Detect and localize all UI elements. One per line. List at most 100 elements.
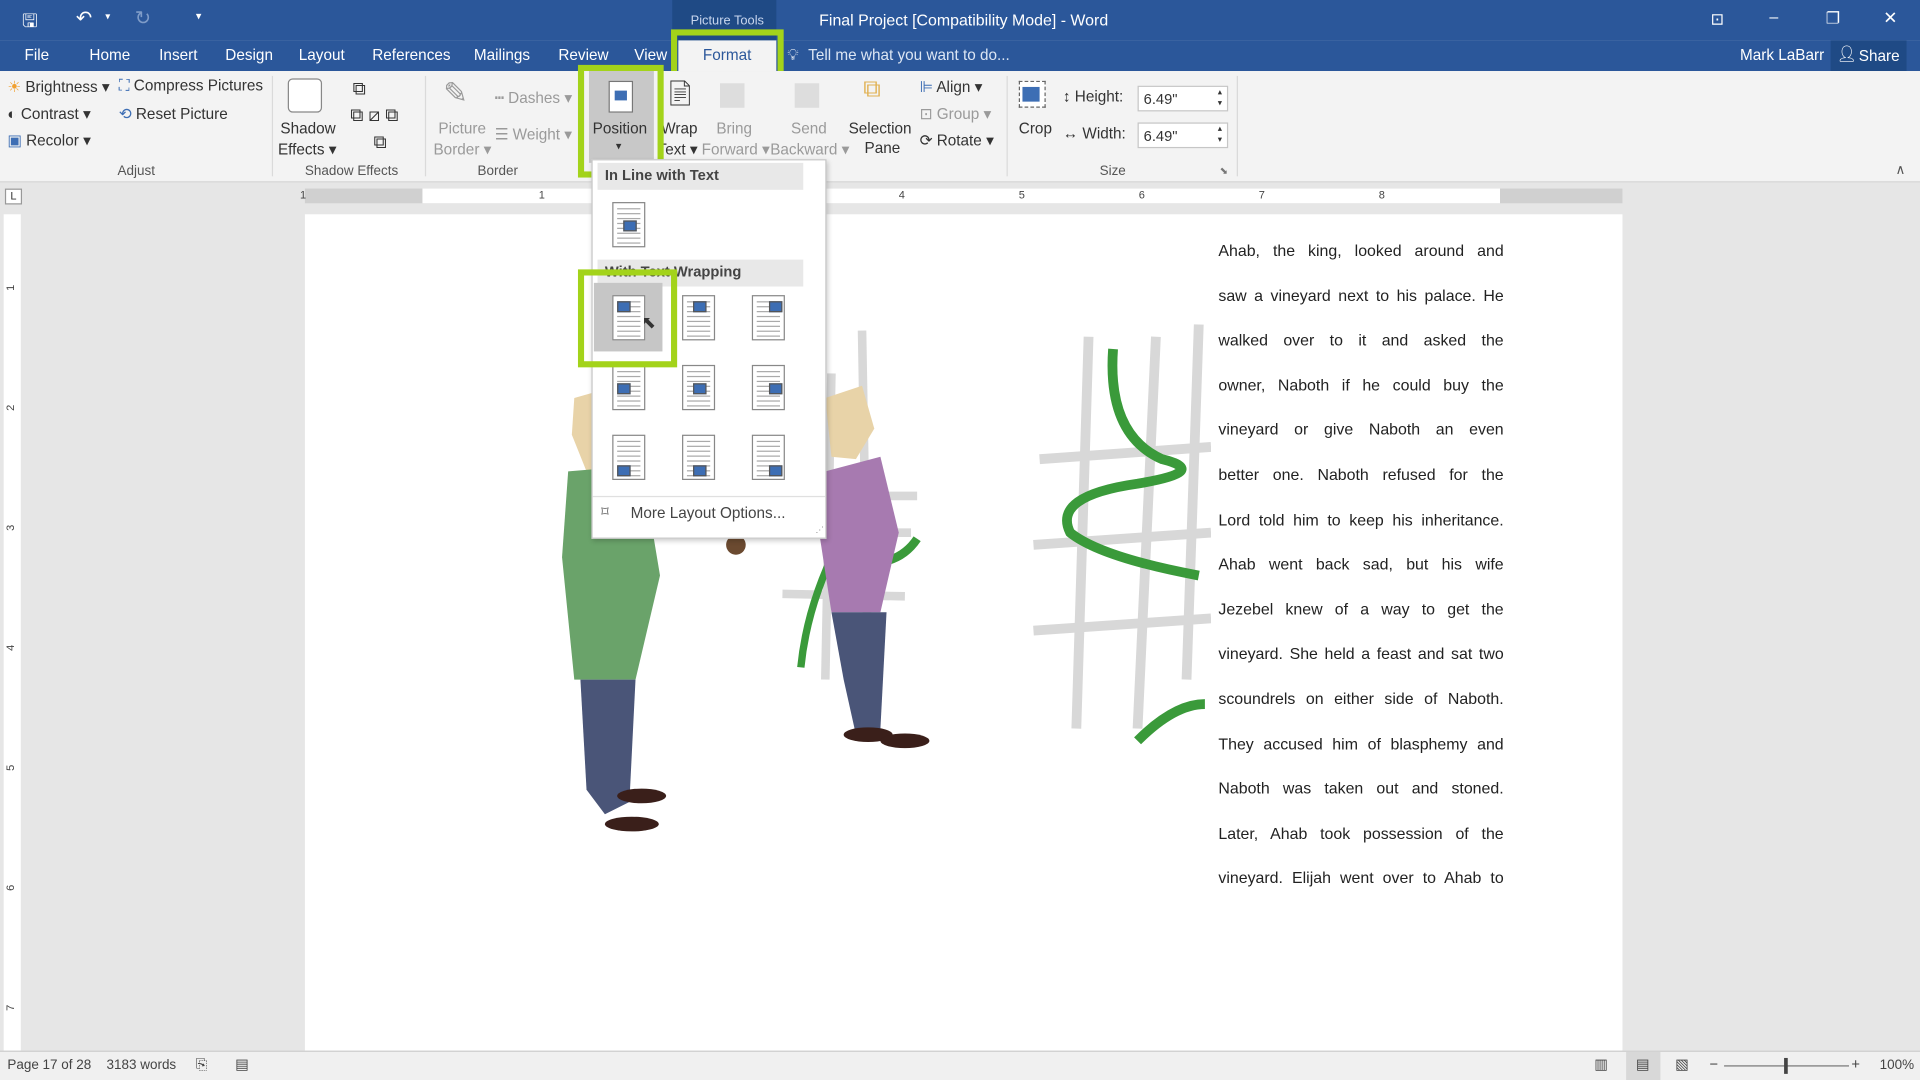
recolor-button[interactable]: ▣ Recolor ▾ <box>7 131 90 149</box>
position-bottom-left[interactable] <box>594 422 663 491</box>
ribbon-tabs: File Home Insert Design Layout Reference… <box>0 40 1920 72</box>
dashes-button[interactable]: ┅ Dashes ▾ <box>495 88 572 106</box>
paragraph-line: Ahab, the king, looked around and <box>1218 241 1504 260</box>
bring-forward-icon <box>720 83 745 108</box>
document-page[interactable]: Ahab, the king, looked around and saw a v… <box>304 214 1623 1051</box>
position-inline[interactable] <box>594 190 663 259</box>
vertical-ruler[interactable]: 1 2 3 4 5 6 7 <box>3 214 21 1051</box>
bring-forward-button[interactable]: Bring Forward ▾ <box>700 76 770 162</box>
size-dialog-launcher-icon[interactable]: ⬊ <box>1220 165 1228 176</box>
align-icon: ⊫ <box>919 78 933 96</box>
tab-view[interactable]: View <box>634 47 667 64</box>
lightbulb-icon: 💡︎ <box>787 45 799 64</box>
send-backward-icon <box>794 83 820 108</box>
brightness-button[interactable]: ☀ Brightness ▾ <box>7 77 109 95</box>
nudge-shadow-down-icon[interactable]: ⧉ <box>373 132 386 153</box>
undo-icon[interactable]: ↶ <box>76 6 92 30</box>
tell-me-input[interactable]: Tell me what you want to do... <box>808 47 1010 64</box>
reset-picture-button[interactable]: ⟲ Reset Picture <box>119 104 228 122</box>
zoom-out-icon[interactable]: − <box>1709 1056 1718 1073</box>
title-bar: 🖫 ↶ ▾ ↻ ▾ Picture Tools Final Project [C… <box>0 0 1920 41</box>
ruler-tick-label: 1 <box>300 188 307 201</box>
undo-dropdown-icon[interactable]: ▾ <box>105 11 110 22</box>
paragraph-line: scoundrels on either side of Naboth. <box>1218 689 1504 708</box>
window-title: Final Project [Compatibility Mode] - Wor… <box>819 11 1109 30</box>
resize-grip-icon[interactable]: ⋰ <box>816 525 825 536</box>
tab-insert[interactable]: Insert <box>159 47 197 64</box>
zoom-level[interactable]: 100% <box>1880 1058 1914 1073</box>
position-bottom-right[interactable] <box>733 422 802 491</box>
position-bottom-center[interactable] <box>664 422 733 491</box>
picture-icon <box>693 383 707 395</box>
paragraph-line: vineyard. She held a feast and sat two <box>1218 644 1504 663</box>
print-layout-icon[interactable]: ▤ <box>1636 1056 1650 1073</box>
trellis-right <box>1033 324 1212 729</box>
paragraph-line: walked over to it and asked the <box>1218 330 1504 350</box>
recolor-icon: ▣ <box>7 132 22 150</box>
tab-design[interactable]: Design <box>225 47 273 64</box>
ribbon-display-options-icon[interactable]: ⊡ <box>1711 10 1724 30</box>
horizontal-ruler[interactable]: L 112345678 <box>0 183 1920 209</box>
group-label-adjust: Adjust <box>117 164 155 179</box>
ruler-tick-label: 4 <box>4 644 17 651</box>
crop-button[interactable]: Crop <box>1014 76 1058 162</box>
redo-icon[interactable]: ↻ <box>135 6 151 30</box>
restore-icon[interactable]: ❐ <box>1826 9 1840 29</box>
selection-pane-button[interactable]: ⧉ Selection Pane <box>849 76 915 162</box>
position-top-right[interactable] <box>733 283 802 352</box>
align-button[interactable]: ⊫ Align ▾ <box>920 77 983 95</box>
height-spinner-icon: ▴ ▾ <box>1217 88 1223 108</box>
tab-references[interactable]: References <box>372 47 450 64</box>
selection-pane-icon: ⧉ <box>863 75 881 103</box>
web-layout-icon[interactable]: ▧ <box>1675 1056 1689 1073</box>
contrast-button[interactable]: ◐ Contrast ▾ <box>7 104 90 122</box>
pencil-icon: ✎ <box>443 77 468 111</box>
nudge-shadow-up-icon[interactable]: ⧉ <box>353 78 366 99</box>
save-icon[interactable]: 🖫 <box>22 9 38 40</box>
contrast-icon: ◐ <box>7 105 17 123</box>
height-input[interactable]: 6.49" ▴ ▾ <box>1137 85 1229 112</box>
ruler-tick-label: 2 <box>4 404 17 411</box>
reset-icon: ⟲ <box>118 105 132 123</box>
more-layout-options[interactable]: More Layout Options... <box>631 504 786 521</box>
send-backward-button[interactable]: Send Backward ▾ <box>770 76 849 162</box>
ribbon: ☀ Brightness ▾ ◐ Contrast ▾ ▣ Recolor ▾ … <box>0 71 1920 183</box>
user-name[interactable]: Mark LaBarr <box>1740 47 1824 64</box>
zoom-in-icon[interactable]: + <box>1851 1056 1860 1073</box>
inline-header: In Line with Text <box>597 162 804 190</box>
tab-review[interactable]: Review <box>558 47 608 64</box>
tab-mailings[interactable]: Mailings <box>474 47 530 64</box>
macro-icon[interactable]: ▤ <box>235 1056 249 1073</box>
rotate-button[interactable]: ⟳ Rotate ▾ <box>920 131 994 149</box>
nudge-shadow-icons[interactable]: ⧉ ⧄ ⧉ <box>350 105 398 126</box>
share-button[interactable]: 👤︎ Share <box>1830 40 1907 72</box>
ruler-tick-label: 5 <box>4 764 17 771</box>
paragraph-line: Later, Ahab took possession of the <box>1218 823 1504 843</box>
width-input[interactable]: 6.49" ▴ ▾ <box>1137 122 1229 149</box>
customize-qat-icon[interactable]: ▾ <box>196 10 202 23</box>
picture-icon <box>623 220 637 232</box>
compress-pictures-button[interactable]: ⛶ Compress Pictures <box>119 77 263 95</box>
ruler-tick-label: 5 <box>1018 188 1025 201</box>
picture-border-button[interactable]: ✎ Picture Border ▾ <box>431 76 491 162</box>
group-button[interactable]: ⊡ Group ▾ <box>920 104 992 122</box>
weight-button[interactable]: ☰ Weight ▾ <box>495 125 572 143</box>
collapse-ribbon-icon[interactable]: ∧ <box>1896 162 1906 178</box>
word-count[interactable]: 3183 words <box>107 1058 177 1073</box>
mouse-cursor-icon: ⬉ <box>641 312 657 332</box>
height-label: ↕ Height: <box>1062 88 1124 106</box>
paragraph-line: Jezebel knew of a way to get the <box>1218 599 1504 619</box>
tab-home[interactable]: Home <box>89 47 130 64</box>
person-add-icon: 👤︎ <box>1836 44 1857 63</box>
minimize-icon[interactable]: – <box>1769 7 1778 25</box>
position-middle-right[interactable] <box>733 353 802 422</box>
picture-icon <box>693 465 707 477</box>
shadow-effects-button[interactable]: Shadow Effects ▾ <box>278 76 336 162</box>
zoom-slider-thumb[interactable] <box>1784 1057 1788 1074</box>
tab-file[interactable]: File <box>24 47 49 64</box>
page-count[interactable]: Page 17 of 28 <box>7 1058 91 1073</box>
close-icon[interactable]: ✕ <box>1883 7 1897 28</box>
tab-layout[interactable]: Layout <box>299 47 345 64</box>
proofing-icon[interactable]: ⎘ <box>196 1056 208 1074</box>
read-mode-icon[interactable]: ▥ <box>1594 1056 1608 1073</box>
